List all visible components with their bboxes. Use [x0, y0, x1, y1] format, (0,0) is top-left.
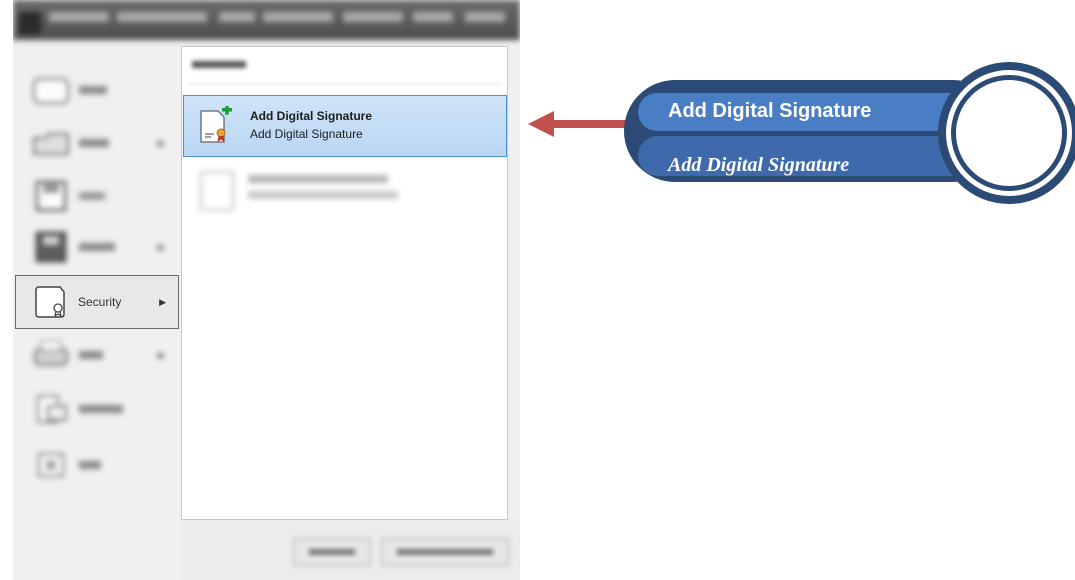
- open-folder-icon: [31, 126, 71, 160]
- callout-subtitle: Add Digital Signature: [668, 154, 850, 176]
- menu-item-print[interactable]: ▶: [17, 332, 177, 378]
- add-digital-signature-subtitle: Add Digital Signature: [250, 127, 363, 141]
- new-document-icon: [31, 73, 71, 107]
- left-menu: ▶ ▶ Security ▶ ▶: [13, 40, 181, 580]
- callout-title: Add Digital Signature: [668, 100, 872, 122]
- application-menu: ▶ ▶ Security ▶ ▶ Add Digital Signature A…: [13, 0, 520, 580]
- panel-heading: [192, 61, 246, 68]
- callout: Add Digital Signature Add Digital Signat…: [624, 56, 1075, 206]
- save-as-icon: [31, 230, 71, 264]
- callout-circle: [956, 80, 1062, 186]
- security-document-icon: [30, 285, 70, 319]
- view-signature-details-item[interactable]: [192, 167, 492, 217]
- add-signature-icon: [200, 106, 232, 143]
- title-bar: [13, 0, 520, 40]
- menu-item-save-as[interactable]: ▶: [17, 224, 177, 270]
- bottom-bar: [181, 520, 520, 580]
- submenu-arrow-icon: ▶: [159, 296, 166, 307]
- save-icon: [31, 179, 71, 213]
- print-icon: [31, 338, 71, 372]
- send-email-icon: [31, 392, 71, 426]
- add-digital-signature-item[interactable]: Add Digital Signature Add Digital Signat…: [183, 95, 507, 157]
- menu-item-new[interactable]: [17, 67, 177, 113]
- menu-item-open[interactable]: ▶: [17, 120, 177, 166]
- menu-item-send-email[interactable]: [17, 386, 177, 432]
- close-icon: [31, 448, 71, 482]
- options-button[interactable]: [293, 538, 371, 566]
- menu-item-save[interactable]: [17, 173, 177, 219]
- app-logo-icon: [19, 12, 41, 34]
- add-digital-signature-title: Add Digital Signature: [250, 109, 373, 123]
- pointer-arrow: [528, 111, 628, 137]
- menu-item-security[interactable]: Security ▶: [15, 275, 179, 329]
- view-signature-icon: [200, 171, 234, 211]
- menu-item-close[interactable]: [17, 442, 177, 488]
- security-panel: Add Digital Signature Add Digital Signat…: [181, 46, 508, 520]
- exit-button[interactable]: [381, 538, 509, 566]
- menu-item-label: Security: [78, 295, 122, 309]
